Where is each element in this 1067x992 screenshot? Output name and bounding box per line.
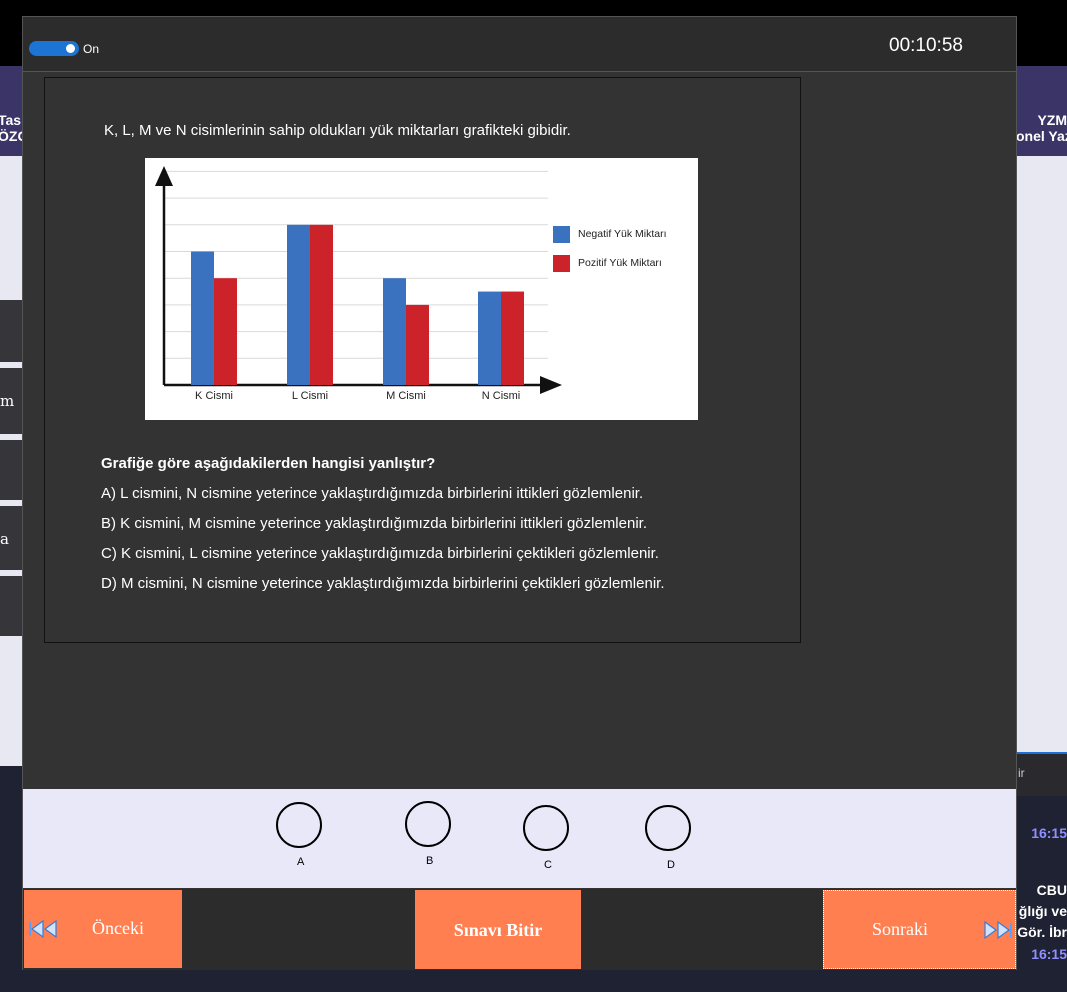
answer-d-label: D <box>667 859 675 871</box>
background-time-1: 16:15 <box>1031 825 1067 841</box>
background-card-line-3: Gör. İbr <box>1017 924 1067 940</box>
chart-legend-label: Negatif Yük Miktarı <box>578 228 667 240</box>
question-intro: K, L, M ve N cisimlerinin sahip olduklar… <box>104 122 571 139</box>
next-double-arrow-icon <box>984 920 1012 940</box>
answer-a-radio[interactable] <box>276 802 322 848</box>
chart-bar-n-cismi-positive <box>501 291 524 385</box>
chart-category-label: K Cismi <box>195 390 233 402</box>
previous-button-label: Önceki <box>92 918 144 938</box>
chart-svg: K Cismi L Cismi M Cismi N Cismi Negatif Yük … <box>155 166 667 402</box>
answer-d-radio[interactable] <box>645 805 691 851</box>
answer-selector: A B C D <box>23 789 1016 888</box>
exam-window: On 00:10:58 K, L, M ve N cisimlerinin sa… <box>22 16 1017 970</box>
background-card-line-2: ğlığı ve <box>1018 903 1067 919</box>
background-right-header-line-2: onel Yaz <box>1016 128 1067 144</box>
exam-topbar: On 00:10:58 <box>23 17 1016 72</box>
chart-bar-k-cismi-positive <box>214 278 237 385</box>
background-right-header: YZM onel Yaz <box>1016 66 1067 156</box>
answer-c-label: C <box>544 859 552 871</box>
background-left-header-line-2: ÖZG <box>0 128 22 144</box>
background-left-block-letter: m <box>0 392 15 410</box>
chart-bar-m-cismi-positive <box>406 304 429 385</box>
charge-bar-chart: K Cismi L Cismi M Cismi N Cismi Negatif Yük … <box>145 158 698 420</box>
finish-exam-button[interactable]: Sınavı Bitir <box>415 890 581 969</box>
question-box: K, L, M ve N cisimlerinin sahip olduklar… <box>44 77 801 643</box>
finish-exam-label: Sınavı Bitir <box>453 920 543 940</box>
background-left-block: m <box>0 368 22 434</box>
chart-bar-n-cismi-negative <box>478 291 501 385</box>
background-right-header-line-1: YZM <box>1037 112 1067 128</box>
background-right-panel <box>1016 66 1067 766</box>
background-card-line-1: CBU <box>1036 882 1067 898</box>
chart-category-label: N Cismi <box>482 390 521 402</box>
chart-category-label: M Cismi <box>386 390 426 402</box>
option-a-text: A) L cismini, N cismine yeterince yaklaş… <box>101 485 644 502</box>
next-button-label: Sonraki <box>872 919 928 939</box>
background-search-field[interactable]: ir <box>1016 752 1067 796</box>
background-left-block <box>0 440 22 500</box>
background-left-block <box>0 300 22 362</box>
answer-b-label: B <box>426 855 434 867</box>
option-d-text: D) M cismini, N cismine yeterince yaklaş… <box>101 575 665 592</box>
question-prompt: Grafiğe göre aşağıdakilerden hangisi yan… <box>101 455 436 472</box>
answer-a-label: A <box>297 856 305 868</box>
chart-legend-swatch <box>553 226 570 243</box>
exam-timer: 00:10:58 <box>889 35 963 56</box>
background-left-block: a <box>0 506 22 570</box>
chart-bar-m-cismi-negative <box>383 278 406 385</box>
background-left-header-line-1: Tas <box>0 112 22 128</box>
on-toggle-switch[interactable] <box>29 41 79 56</box>
background-search-text: ir <box>1018 766 1025 780</box>
chart-legend-label: Pozitif Yük Miktarı <box>578 257 662 269</box>
background-left-block <box>0 576 22 636</box>
chart-bar-l-cismi-negative <box>287 224 310 385</box>
background-left-header: Tas ÖZG <box>0 66 22 156</box>
option-b-text: B) K cismini, M cismine yeterince yaklaş… <box>101 515 647 532</box>
background-time-2: 16:15 <box>1031 946 1067 962</box>
toggle-knob <box>66 44 75 53</box>
chart-bar-l-cismi-positive <box>310 224 333 385</box>
answer-c-radio[interactable] <box>523 805 569 851</box>
option-c-text: C) K cismini, L cismine yeterince yaklaş… <box>101 545 659 562</box>
chart-bar-k-cismi-negative <box>191 251 214 385</box>
answer-b-radio[interactable] <box>405 801 451 847</box>
chart-x-axis-arrow <box>540 376 562 394</box>
toggle-label: On <box>83 42 100 56</box>
chart-y-axis-arrow <box>155 166 173 186</box>
chart-legend-swatch <box>553 255 570 272</box>
previous-button[interactable]: Önceki <box>24 890 182 968</box>
next-button[interactable]: Sonraki <box>823 890 1016 969</box>
background-left-block-letter: a <box>0 530 9 548</box>
navigation-bar: Önceki Sınavı Bitir Sonraki <box>23 889 1016 970</box>
previous-double-arrow-icon <box>29 919 57 939</box>
chart-category-label: L Cismi <box>292 390 328 402</box>
